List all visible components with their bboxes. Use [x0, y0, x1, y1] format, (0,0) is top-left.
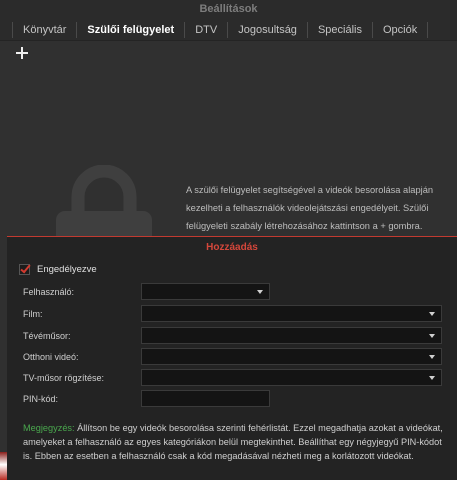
- enabled-label: Engedélyezve: [37, 264, 97, 275]
- film-label: Film:: [23, 308, 43, 319]
- tab-dtv[interactable]: DTV: [184, 21, 227, 38]
- pin-row: PIN-kód:: [23, 390, 270, 407]
- pin-input[interactable]: [141, 390, 270, 407]
- user-select[interactable]: [141, 283, 270, 300]
- tab-bar: Könyvtár Szülői felügyelet DTV Jogosults…: [0, 19, 457, 41]
- chevron-down-icon: [429, 334, 435, 338]
- tab-parental-control[interactable]: Szülői felügyelet: [76, 21, 184, 38]
- film-row: Film:: [23, 305, 442, 322]
- tv-show-select[interactable]: [141, 327, 442, 344]
- tv-recording-select[interactable]: [141, 369, 442, 386]
- home-video-label: Otthoni videó:: [23, 351, 79, 362]
- window-title: Beállítások: [0, 0, 457, 19]
- background-thumbnail: [0, 452, 7, 480]
- user-label: Felhasználó:: [23, 286, 75, 297]
- tab-library[interactable]: Könyvtár: [12, 21, 76, 38]
- user-row: Felhasználó:: [23, 283, 270, 300]
- settings-window: Beállítások Könyvtár Szülői felügyelet D…: [0, 0, 457, 480]
- add-dialog: Hozzáadás Engedélyezve Felhasználó: Film…: [7, 236, 457, 480]
- tv-show-label: Tévéműsor:: [23, 330, 71, 341]
- chevron-down-icon: [429, 355, 435, 359]
- chevron-down-icon: [429, 312, 435, 316]
- tv-show-row: Tévéműsor:: [23, 327, 442, 344]
- plus-icon[interactable]: [14, 46, 30, 62]
- tv-recording-row: TV-műsor rögzítése:: [23, 369, 442, 386]
- dialog-title: Hozzáadás: [206, 242, 258, 253]
- note-text: Megjegyzés: Állítson be egy videók besor…: [23, 421, 443, 463]
- note-label: Megjegyzés:: [23, 423, 75, 433]
- pin-label: PIN-kód:: [23, 393, 59, 404]
- tv-recording-label: TV-műsor rögzítése:: [23, 372, 105, 383]
- tab-advanced[interactable]: Speciális: [306, 21, 372, 38]
- home-video-row: Otthoni videó:: [23, 348, 442, 365]
- info-text: A szülői felügyelet segítségével a videó…: [186, 185, 434, 231]
- tab-options[interactable]: Opciók: [371, 21, 429, 38]
- enabled-checkbox[interactable]: [19, 264, 30, 275]
- note-body: Állítson be egy videók besorolása szerin…: [23, 423, 443, 461]
- chevron-down-icon: [429, 376, 435, 380]
- tab-privileges[interactable]: Jogosultság: [227, 21, 307, 38]
- enabled-row: Engedélyezve: [19, 264, 97, 275]
- film-select[interactable]: [141, 305, 442, 322]
- home-video-select[interactable]: [141, 348, 442, 365]
- chevron-down-icon: [257, 290, 263, 294]
